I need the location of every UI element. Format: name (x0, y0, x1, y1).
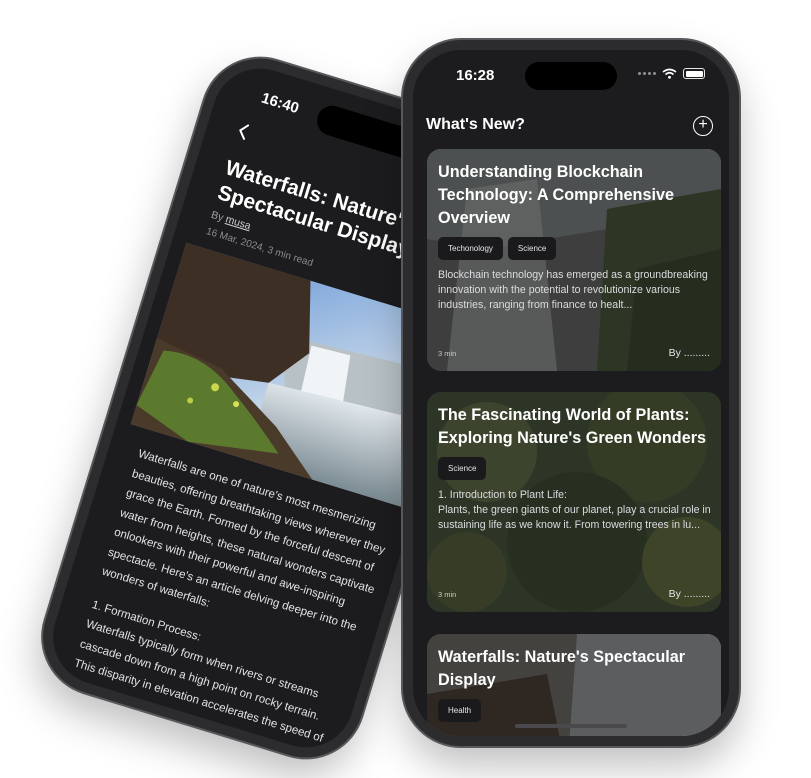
home-indicator (515, 724, 627, 728)
phone-feed: 16:28 What's New? + Understanding Blockc… (403, 40, 739, 746)
tag-list: Techonology Science (438, 237, 711, 260)
read-time: 3 min (438, 590, 457, 599)
mockup-stage: 16:40 ... Waterfalls: Nature's Spectacul… (0, 0, 811, 778)
tag-chip[interactable]: Science (438, 457, 487, 480)
chevron-left-icon (239, 124, 250, 140)
card-title: Understanding Blockchain Technology: A C… (438, 163, 674, 227)
tag-list: Science (438, 457, 711, 480)
tag-chip[interactable]: Health (438, 699, 482, 722)
tag-chip[interactable]: Science (507, 237, 557, 260)
plus-circle-icon: + (698, 116, 708, 133)
status-time: 16:28 (456, 67, 495, 84)
add-article-button[interactable]: + (693, 116, 713, 136)
feed-screen: 16:28 What's New? + Understanding Blockc… (413, 50, 729, 736)
author-link[interactable]: musa (224, 213, 252, 232)
card-author: By ......... (668, 588, 710, 600)
read-time: 3 min (438, 349, 457, 358)
article-card[interactable]: Waterfalls: Nature's Spectacular Display… (427, 634, 721, 736)
tag-chip[interactable]: Techonology (438, 237, 503, 260)
page-title: What's New? (426, 116, 525, 133)
card-excerpt: Blockchain technology has emerged as a g… (438, 269, 708, 311)
article-card[interactable]: The Fascinating World of Plants: Explori… (427, 392, 721, 612)
status-time: 16:40 (259, 89, 301, 118)
status-icons (638, 68, 705, 79)
wifi-icon (662, 68, 677, 79)
byline-prefix: By (209, 208, 225, 224)
card-excerpt: 1. Introduction to Plant Life: Plants, t… (438, 489, 711, 531)
card-author: By ......... (668, 347, 710, 359)
battery-icon (683, 68, 705, 79)
card-title: The Fascinating World of Plants: Explori… (438, 406, 707, 447)
article-body: Waterfalls are one of nature's most mesm… (61, 444, 397, 759)
card-title: Waterfalls: Nature's Spectacular Display (438, 648, 686, 689)
back-button[interactable] (233, 121, 251, 147)
article-card[interactable]: Understanding Blockchain Technology: A C… (427, 149, 721, 371)
tag-list: Health (438, 699, 711, 722)
signal-icon (638, 72, 656, 75)
dynamic-island (525, 62, 617, 90)
